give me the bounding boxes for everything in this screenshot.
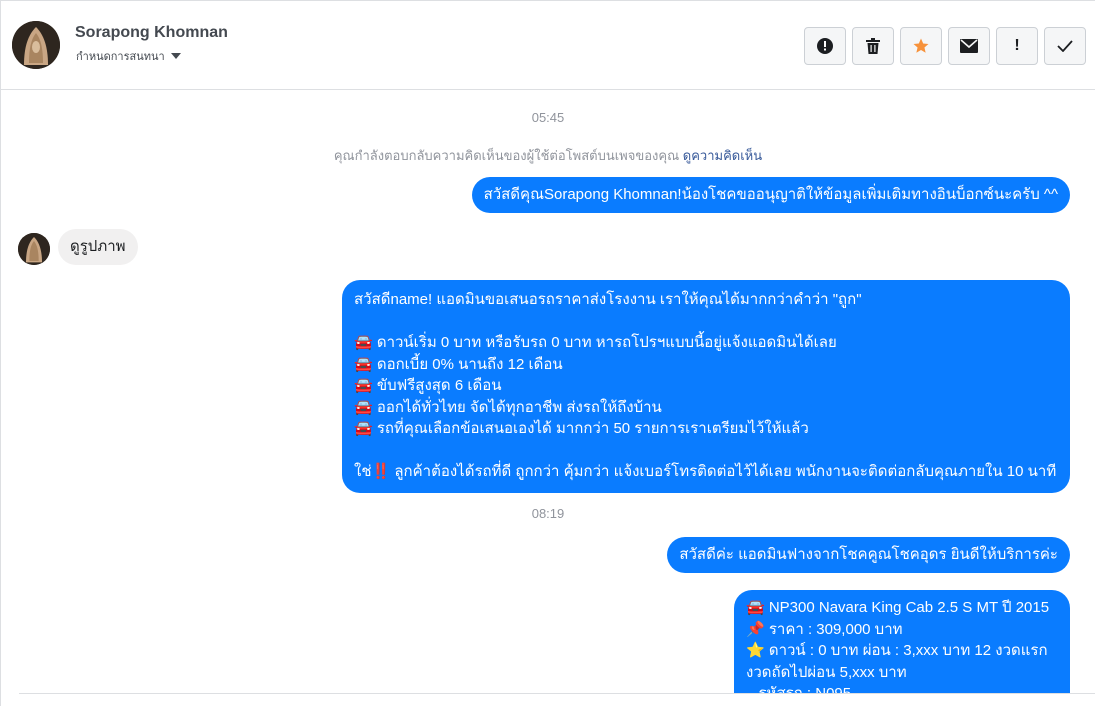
star-button[interactable] (900, 27, 942, 65)
contact-name[interactable]: Sorapong Khomnan (75, 24, 228, 42)
message-line: 🚘 ดอกเบี้ย 0% นานถึง 12 เดือน (354, 355, 563, 373)
timestamp: 08:19 (531, 506, 565, 521)
follow-up-button[interactable]: ! (996, 27, 1038, 65)
outgoing-message: สวัสดีค่ะ แอดมินฟางจากโชคคูณโชคอุดร ยินด… (667, 537, 1070, 573)
message-line: ⭐ ดาวน์ : 0 บาท ผ่อน : 3,xxx บาท 12 งวดแ… (746, 642, 1048, 659)
trash-icon (866, 38, 880, 54)
header-actions: ! (804, 27, 1086, 65)
reply-context-note: คุณกำลังตอบกลับความคิดเห็นของผู้ใช้ต่อโพ… (1, 145, 1095, 166)
caret-down-icon (170, 53, 181, 59)
star-icon (913, 38, 929, 53)
message-line: ใช่‼️ ลูกค้าต้องได้รถที่ดี ถูกกว่า คุ้มก… (354, 463, 1057, 480)
message-line: 🚘 NP300 Navara King Cab 2.5 S MT ปี 2015 (746, 599, 1050, 616)
conversation-schedule-dropdown[interactable]: กำหนดการสนทนา (76, 47, 181, 65)
message-line: 🚘 ขับฟรีสูงสุด 6 เดือน (354, 377, 502, 394)
contact-avatar-small (18, 233, 50, 265)
view-comment-link[interactable]: ดูความคิดเห็น (683, 148, 762, 163)
envelope-icon (960, 39, 978, 53)
message-line: สวัสดีname! แอดมินขอเสนอรถราคาส่งโรงงาน … (354, 291, 862, 308)
checkmark-icon (1057, 40, 1073, 52)
message-line: รหัสรถ : N095 (746, 683, 1058, 693)
timestamp: 05:45 (531, 110, 565, 125)
conversation-header: Sorapong Khomnan กำหนดการสนทนา ! (1, 1, 1095, 90)
message-thread[interactable]: 05:45 คุณกำลังตอบกลับความคิดเห็นของผู้ใช… (1, 91, 1095, 693)
outgoing-message-car-listing: 🚘 NP300 Navara King Cab 2.5 S MT ปี 2015… (734, 590, 1070, 693)
message-line: งวดถัดไปผ่อน 5,xxx บาท (746, 663, 907, 681)
mark-done-button[interactable] (1044, 27, 1086, 65)
composer-divider (19, 693, 1095, 694)
message-line: 🚘 ออกได้ทั่วไทย จัดได้ทุกอาชีพ ส่งรถให้ถ… (354, 398, 662, 416)
schedule-label: กำหนดการสนทนา (76, 51, 165, 63)
mark-unread-button[interactable] (948, 27, 990, 65)
delete-button[interactable] (852, 27, 894, 65)
incoming-message: ดูรูปภาพ (58, 229, 138, 265)
outgoing-message-promo: สวัสดีname! แอดมินขอเสนอรถราคาส่งโรงงาน … (342, 280, 1070, 493)
exclamation-icon: ! (1014, 37, 1020, 54)
message-line: 📌 ราคา : 309,000 บาท (746, 620, 903, 638)
outgoing-message: สวัสดีคุณSorapong Khomnan!น้องโชคขออนุญา… (471, 177, 1070, 213)
contact-avatar[interactable] (12, 21, 60, 69)
alert-circle-icon (817, 38, 833, 54)
message-line (354, 440, 1058, 462)
report-spam-button[interactable] (804, 27, 846, 65)
reply-context-text: คุณกำลังตอบกลับความคิดเห็นของผู้ใช้ต่อโพ… (333, 148, 680, 163)
conversation-panel: Sorapong Khomnan กำหนดการสนทนา ! 05:45 ค… (0, 0, 1095, 706)
message-line: 🚘 รถที่คุณเลือกข้อเสนอเองได้ มากกว่า 50 … (354, 420, 809, 437)
message-line: 🚘 ดาวน์เริ่ม 0 บาท หรือรับรถ 0 บาท หารถโ… (354, 334, 837, 351)
message-line (354, 311, 1058, 333)
